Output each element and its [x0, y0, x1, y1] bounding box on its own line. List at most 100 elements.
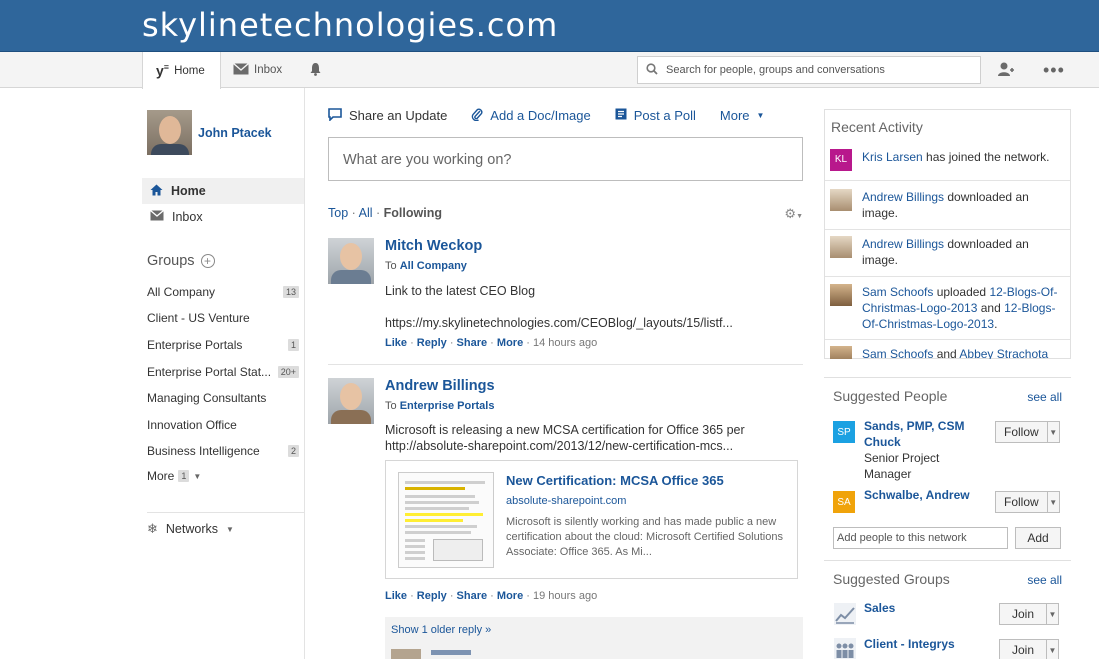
suggested-group-name[interactable]: Client - Integrys	[864, 637, 955, 651]
sidebar-group-item[interactable]: Managing Consultants	[147, 391, 299, 405]
recent-activity-title: Recent Activity	[831, 119, 923, 135]
sidebar-group-item[interactable]: Business Intelligence 2	[147, 444, 299, 458]
share-button[interactable]: Share	[457, 337, 488, 349]
reply-button[interactable]: Reply	[417, 337, 447, 349]
group-chart-icon[interactable]	[834, 603, 856, 625]
sidebar-item-home[interactable]: Home	[142, 178, 304, 204]
user-avatar[interactable]	[830, 346, 852, 359]
follow-button[interactable]: Follow ▼	[995, 421, 1060, 443]
user-avatar[interactable]	[830, 284, 852, 306]
post-recipient: To Enterprise Portals	[385, 400, 494, 412]
paperclip-icon	[471, 107, 483, 124]
notifications-button[interactable]	[309, 52, 322, 88]
nav-home-label: Home	[174, 64, 205, 77]
caret-down-icon[interactable]: ▼	[1046, 492, 1059, 512]
activity-actor[interactable]: Andrew Billings	[862, 190, 944, 204]
sidebar-group-item[interactable]: Enterprise Portals 1	[147, 338, 299, 352]
activity-actor[interactable]: Andrew Billings	[862, 237, 944, 251]
user-avatar[interactable]	[830, 189, 852, 211]
add-people-button[interactable]: Add	[1015, 527, 1061, 549]
recipient-group-link[interactable]: Enterprise Portals	[400, 400, 495, 412]
nav-inbox-tab[interactable]: Inbox	[233, 52, 282, 88]
link-preview-domain[interactable]: absolute-sharepoint.com	[506, 495, 626, 507]
link-preview-card[interactable]: New Certification: MCSA Office 365 absol…	[385, 460, 798, 579]
follow-label: Follow	[1004, 425, 1039, 439]
tab-label: More	[719, 108, 750, 123]
caret-down-icon[interactable]: ▼	[1046, 640, 1058, 659]
follow-button[interactable]: Follow ▼	[995, 491, 1060, 513]
sidebar-item-inbox[interactable]: Inbox	[142, 204, 304, 230]
show-older-replies-link[interactable]: Show 1 older reply »	[385, 617, 803, 643]
sidebar-group-item[interactable]: All Company 13	[147, 285, 299, 299]
like-button[interactable]: Like	[385, 590, 407, 602]
user-avatar[interactable]	[830, 236, 852, 258]
activity-actor[interactable]: Kris Larsen	[862, 150, 923, 164]
more-button[interactable]: More	[497, 590, 523, 602]
compose-box[interactable]: What are you working on?	[328, 137, 803, 181]
join-button[interactable]: Join ▼	[999, 603, 1060, 625]
speech-bubble-icon	[328, 107, 342, 124]
post-author-avatar[interactable]	[328, 378, 374, 424]
tab-share-update[interactable]: Share an Update	[328, 107, 447, 124]
post-timestamp: 14 hours ago	[532, 337, 598, 349]
share-button[interactable]: Share	[457, 590, 488, 602]
user-initials-avatar[interactable]: SP	[833, 421, 855, 443]
profile-card[interactable]: John Ptacek	[147, 110, 272, 155]
networks-menu[interactable]: ❄ Networks ▼	[147, 512, 304, 537]
sidebar-group-item[interactable]: Client - US Venture	[147, 311, 299, 325]
filter-separator: ·	[376, 206, 381, 220]
group-people-icon[interactable]	[834, 638, 856, 659]
name-line: Chuck	[864, 435, 901, 449]
link-preview-thumbnail[interactable]	[398, 472, 494, 568]
tab-add-doc[interactable]: Add a Doc/Image	[471, 107, 591, 124]
sidebar-group-item[interactable]: Enterprise Portal Stat... 20+	[147, 365, 299, 379]
more-options-button[interactable]: •••	[1043, 52, 1065, 88]
caret-down-icon[interactable]: ▼	[1046, 604, 1058, 624]
suggested-people-see-all[interactable]: see all	[1027, 390, 1062, 404]
gear-icon[interactable]: ⚙▼	[784, 206, 803, 222]
suggested-person-name[interactable]: Schwalbe, Andrew	[864, 488, 970, 502]
tab-post-poll[interactable]: Post a Poll	[615, 108, 696, 123]
add-people-placeholder: Add people to this network	[837, 532, 967, 544]
post-actions: Like · Reply · Share · More · 14 hours a…	[385, 337, 598, 349]
filter-following[interactable]: Following	[384, 206, 442, 220]
group-name: Business Intelligence	[147, 444, 260, 458]
activity-actor[interactable]: Abbey Strachota	[959, 347, 1048, 359]
caret-down-icon: ▼	[226, 524, 234, 534]
post-author[interactable]: Mitch Weckop	[385, 238, 482, 254]
more-button[interactable]: More	[497, 337, 523, 349]
suggested-group-name[interactable]: Sales	[864, 601, 895, 615]
groups-more-toggle[interactable]: More 1 ▼	[147, 469, 299, 483]
invite-user-button[interactable]	[997, 52, 1015, 88]
nav-home-tab[interactable]: y≡ Home	[142, 52, 221, 89]
user-name[interactable]: John Ptacek	[198, 126, 272, 140]
post-recipient: To All Company	[385, 260, 467, 272]
post-link[interactable]: https://my.skylinetechnologies.com/CEOBl…	[385, 316, 800, 330]
suggested-person-name[interactable]: Sands, PMP, CSM Chuck	[864, 418, 964, 450]
like-button[interactable]: Like	[385, 337, 407, 349]
post-link[interactable]: http://absolute-sharepoint.com/2013/12/n…	[385, 439, 800, 453]
sidebar-group-item[interactable]: Innovation Office	[147, 418, 299, 432]
activity-actor[interactable]: Sam Schoofs	[862, 347, 933, 359]
search-box[interactable]	[637, 56, 981, 84]
activity-actor[interactable]: Sam Schoofs	[862, 285, 933, 299]
add-group-icon[interactable]: +	[200, 254, 215, 268]
reply-button[interactable]: Reply	[417, 590, 447, 602]
add-people-input[interactable]: Add people to this network	[833, 527, 1008, 549]
recipient-group-link[interactable]: All Company	[400, 260, 467, 272]
caret-down-icon[interactable]: ▼	[1046, 422, 1059, 442]
user-initials-avatar[interactable]: SA	[833, 491, 855, 513]
post-author[interactable]: Andrew Billings	[385, 378, 495, 394]
filter-all[interactable]: All	[359, 206, 373, 220]
user-avatar[interactable]	[147, 110, 192, 155]
user-initials-avatar[interactable]: KL	[830, 149, 852, 171]
search-input[interactable]	[666, 64, 966, 76]
filter-top[interactable]: Top	[328, 206, 348, 220]
join-button[interactable]: Join ▼	[999, 639, 1060, 659]
suggested-groups-see-all[interactable]: see all	[1027, 573, 1062, 587]
nav-inbox-label: Inbox	[254, 64, 283, 76]
link-preview-title[interactable]: New Certification: MCSA Office 365	[506, 473, 724, 488]
post-author-avatar[interactable]	[328, 238, 374, 284]
tab-more[interactable]: More ▼	[720, 108, 765, 123]
networks-label: Networks	[165, 522, 218, 536]
